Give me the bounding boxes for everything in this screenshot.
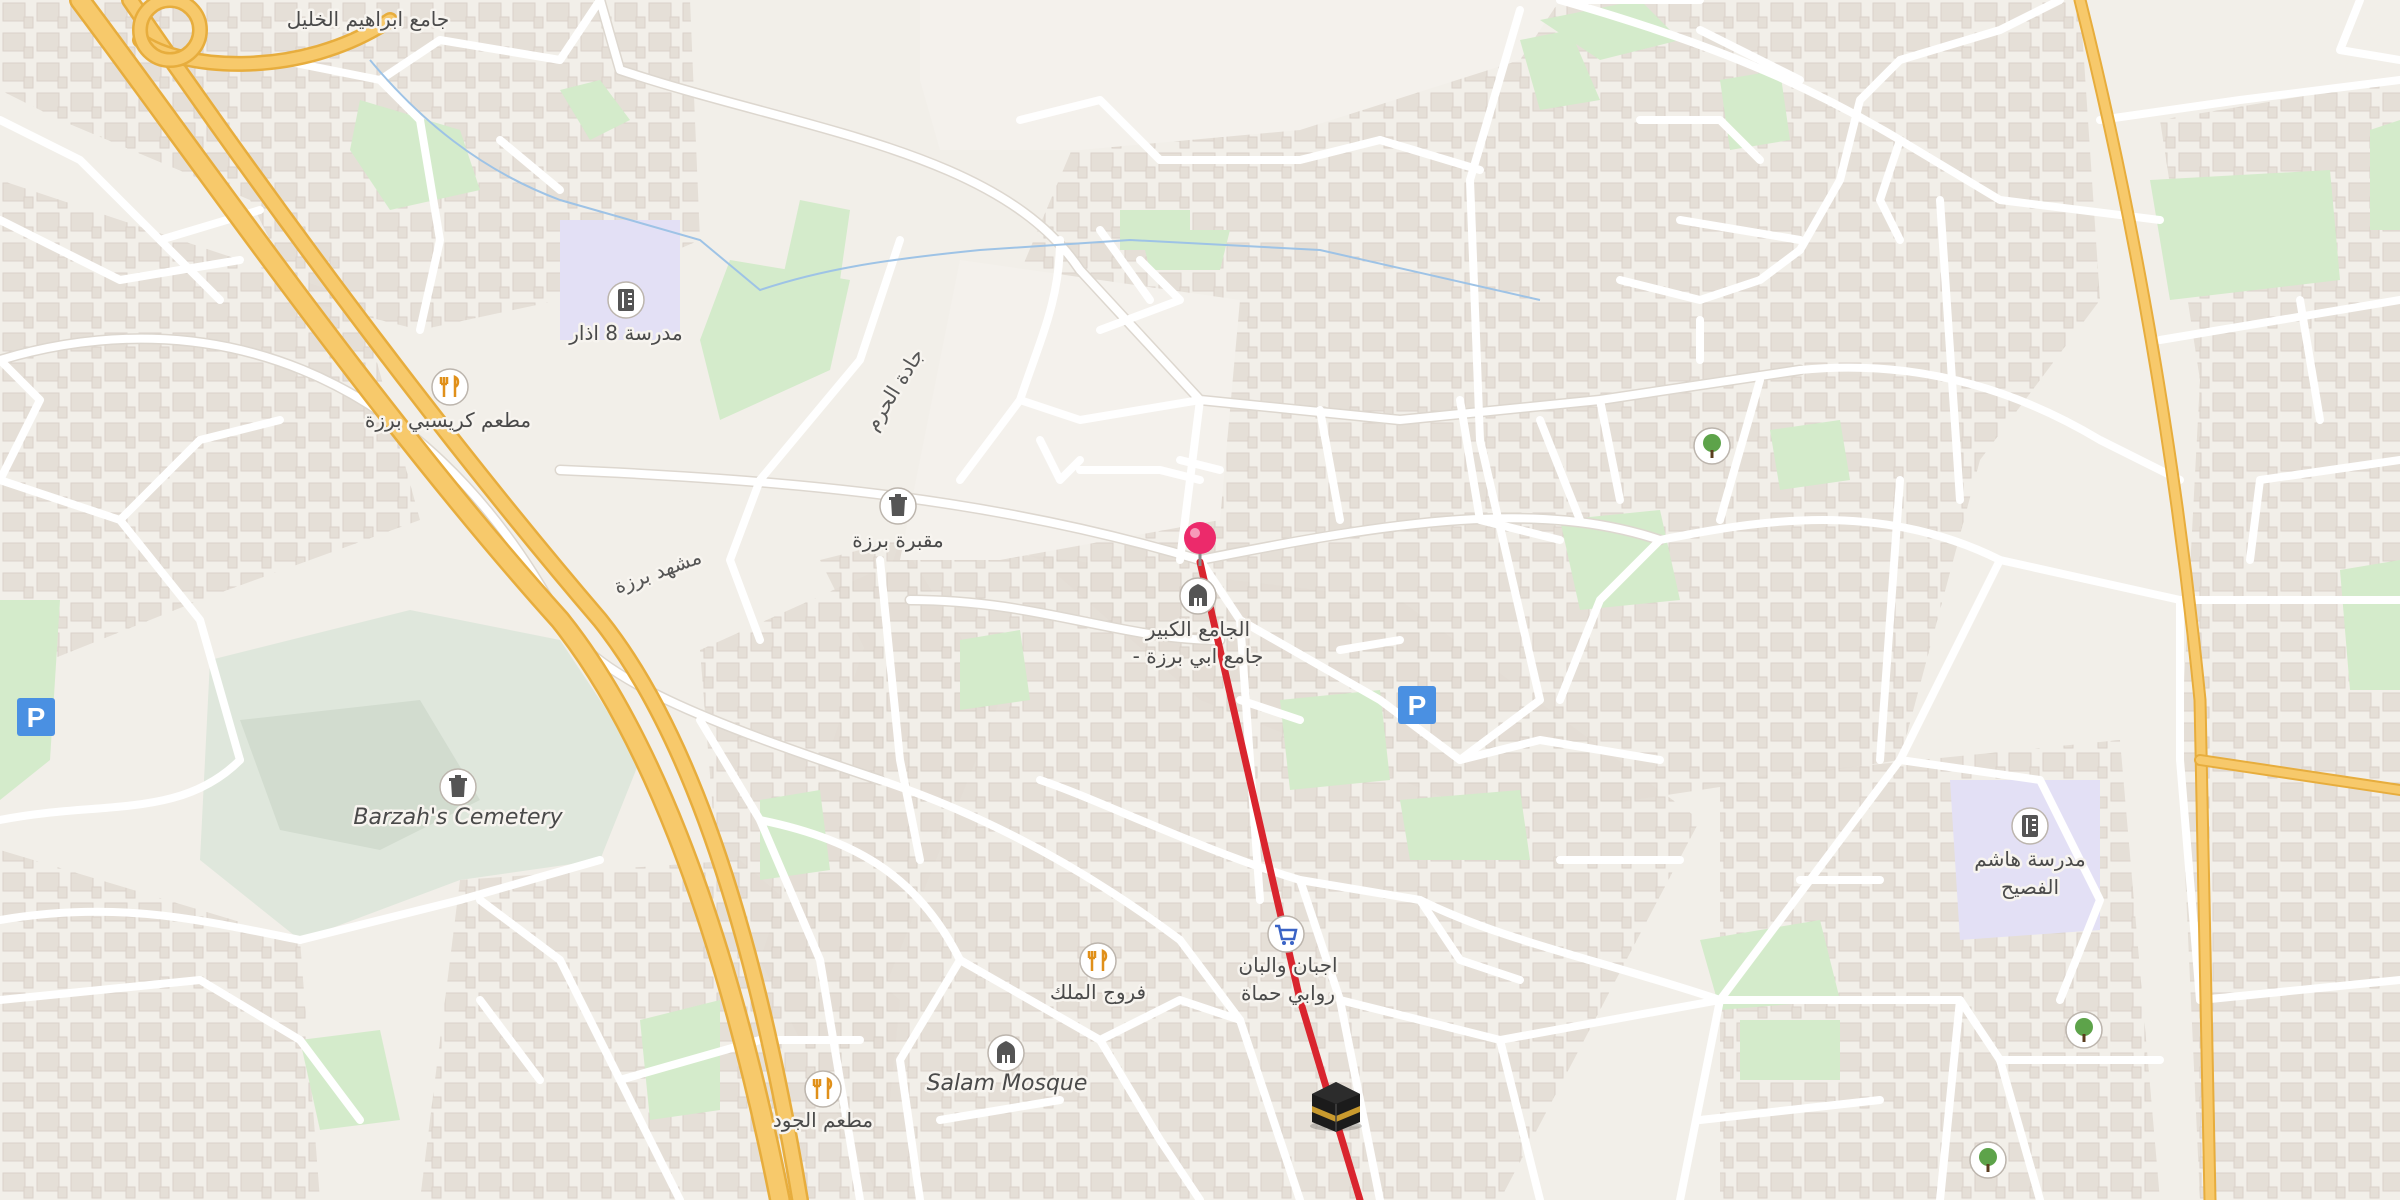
label-great-mosque-2: - جامع ابي برزة — [1133, 644, 1264, 669]
label-frouj-almalek: فروج الملك — [1050, 980, 1146, 1004]
cemetery-icon[interactable] — [439, 768, 477, 806]
mosque-icon[interactable] — [987, 1034, 1025, 1072]
label-barzah-cemetery: Barzah's Cemetery — [353, 805, 563, 830]
shopping-cart-icon[interactable] — [1267, 915, 1305, 953]
label-salam-mosque: Salam Mosque — [927, 1071, 1088, 1096]
cemetery-icon[interactable] — [879, 487, 917, 525]
label-school-hashem-1: مدرسة هاشم — [1974, 847, 2085, 871]
label-cheese-shop-1: اجبان والبان — [1238, 953, 1337, 977]
parking-symbol: P — [27, 702, 46, 733]
tree-icon[interactable] — [1969, 1141, 2007, 1179]
label-school-hashem-2: الفصيح — [2001, 875, 2059, 899]
restaurant-icon[interactable] — [804, 1070, 842, 1108]
map-canvas[interactable]: جامع ابراهيم الخليل مدرسة 8 اذار مطعم كر… — [0, 0, 2400, 1200]
label-restaurant-jood: مطعم الجود — [773, 1108, 873, 1132]
label-restaurant-crispy: مطعم كريسبي برزة — [365, 408, 531, 433]
label-top-mosque: جامع ابراهيم الخليل — [287, 7, 450, 31]
tree-icon[interactable] — [1693, 427, 1731, 465]
mosque-icon[interactable] — [1179, 577, 1217, 615]
school-icon[interactable] — [2011, 807, 2049, 845]
label-cheese-shop-2: روابي حماة — [1241, 981, 1335, 1006]
restaurant-icon[interactable] — [431, 368, 469, 406]
label-school-8-adar: مدرسة 8 اذار — [568, 321, 683, 345]
parking-icon[interactable]: P — [17, 698, 55, 736]
map-layer: جامع ابراهيم الخليل مدرسة 8 اذار مطعم كر… — [0, 0, 2400, 1200]
school-icon[interactable] — [607, 281, 645, 319]
tree-icon[interactable] — [2065, 1011, 2103, 1049]
label-cemetery-barzeh: مقبرة برزة — [852, 528, 943, 552]
label-great-mosque-1: الجامع الكبير — [1145, 617, 1250, 641]
restaurant-icon[interactable] — [1079, 942, 1117, 980]
parking-icon[interactable]: P — [1398, 686, 1436, 724]
parking-symbol: P — [1408, 690, 1427, 721]
